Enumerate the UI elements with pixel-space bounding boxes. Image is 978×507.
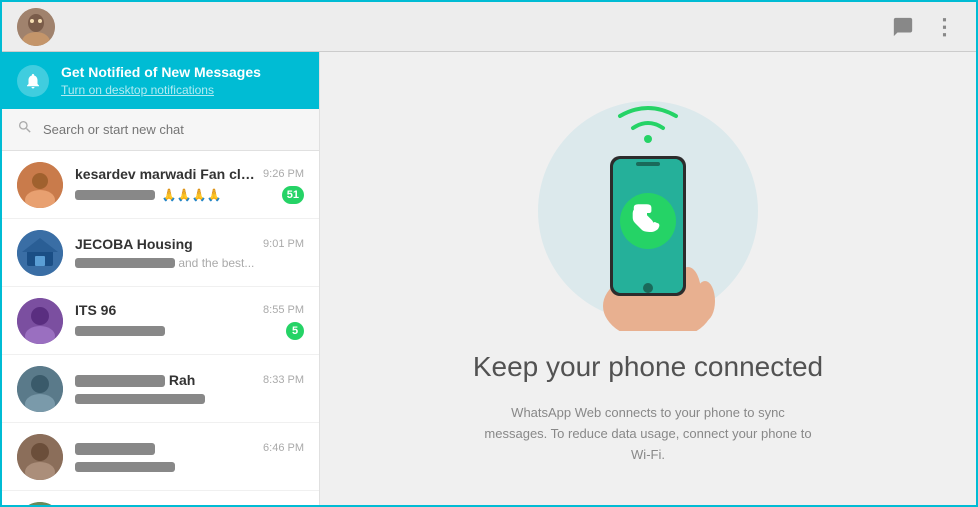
chat-content: 6:46 PM	[75, 440, 304, 474]
top-bar: ⋮	[2, 2, 976, 52]
chat-time: 9:01 PM	[263, 238, 304, 250]
chat-content: ITS 96 8:55 PM 5	[75, 302, 304, 340]
new-chat-icon[interactable]	[887, 11, 919, 43]
chat-time: 9:26 PM	[263, 168, 304, 180]
chat-preview	[75, 324, 278, 338]
chat-avatar	[17, 162, 63, 208]
chat-name	[75, 440, 155, 456]
main-content: Get Notified of New Messages Turn on des…	[2, 52, 976, 505]
chat-name: Rah	[75, 372, 195, 388]
sidebar: Get Notified of New Messages Turn on des…	[2, 52, 320, 505]
chat-badge: 5	[286, 322, 304, 340]
chat-item[interactable]: ITS 96 8:55 PM 5	[2, 287, 319, 355]
chat-name: JECOBA Housing	[75, 236, 193, 252]
chat-footer: 🙏🙏🙏🙏 51	[75, 186, 304, 204]
chat-item[interactable]: JECOBA Housing 9:01 PM and the best...	[2, 219, 319, 287]
notification-text: Get Notified of New Messages Turn on des…	[61, 64, 261, 97]
chat-header: ITS 96 8:55 PM	[75, 302, 304, 318]
chat-time: 6:46 PM	[263, 442, 304, 454]
chat-footer	[75, 392, 304, 406]
chat-item[interactable]: 6:46 PM	[2, 423, 319, 491]
chat-name: ITS 96	[75, 302, 116, 318]
chat-header: Rah 8:33 PM	[75, 372, 304, 388]
chat-content: kesardev marwadi Fan club 9:26 PM 🙏🙏🙏🙏 5…	[75, 166, 304, 204]
chat-item[interactable]: 5:39 PM	[2, 491, 319, 505]
chat-preview	[75, 460, 304, 474]
chat-preview: 🙏🙏🙏🙏	[75, 188, 274, 202]
search-input[interactable]	[43, 122, 304, 137]
chat-time: 8:33 PM	[263, 374, 304, 386]
chat-preview	[75, 392, 304, 406]
chat-avatar	[17, 230, 63, 276]
chat-avatar	[17, 366, 63, 412]
chat-content: JECOBA Housing 9:01 PM and the best...	[75, 236, 304, 270]
right-panel: Keep your phone connected WhatsApp Web c…	[320, 52, 976, 505]
chat-footer	[75, 460, 304, 474]
menu-icon[interactable]: ⋮	[929, 11, 961, 43]
chat-item[interactable]: Rah 8:33 PM	[2, 355, 319, 423]
chat-preview: and the best...	[75, 256, 304, 270]
user-avatar[interactable]	[17, 8, 55, 46]
chat-footer: 5	[75, 322, 304, 340]
chat-avatar	[17, 298, 63, 344]
chat-time: 8:55 PM	[263, 304, 304, 316]
chat-header: kesardev marwadi Fan club 9:26 PM	[75, 166, 304, 182]
chat-content: Rah 8:33 PM	[75, 372, 304, 406]
notification-title: Get Notified of New Messages	[61, 64, 261, 80]
search-icon	[17, 119, 33, 140]
notification-link[interactable]: Turn on desktop notifications	[61, 83, 261, 97]
welcome-title: Keep your phone connected	[473, 351, 823, 383]
chat-avatar	[17, 502, 63, 506]
search-bar	[2, 109, 319, 151]
notification-bell-icon	[17, 65, 49, 97]
chat-footer: and the best...	[75, 256, 304, 270]
chat-header: 6:46 PM	[75, 440, 304, 456]
chat-badge: 51	[282, 186, 304, 204]
chat-header: JECOBA Housing 9:01 PM	[75, 236, 304, 252]
welcome-description: WhatsApp Web connects to your phone to s…	[478, 403, 818, 465]
phone-illustration	[518, 91, 778, 331]
chat-name: kesardev marwadi Fan club	[75, 166, 255, 182]
notification-banner[interactable]: Get Notified of New Messages Turn on des…	[2, 52, 319, 109]
chat-item[interactable]: kesardev marwadi Fan club 9:26 PM 🙏🙏🙏🙏 5…	[2, 151, 319, 219]
chat-list: kesardev marwadi Fan club 9:26 PM 🙏🙏🙏🙏 5…	[2, 151, 319, 505]
chat-avatar	[17, 434, 63, 480]
